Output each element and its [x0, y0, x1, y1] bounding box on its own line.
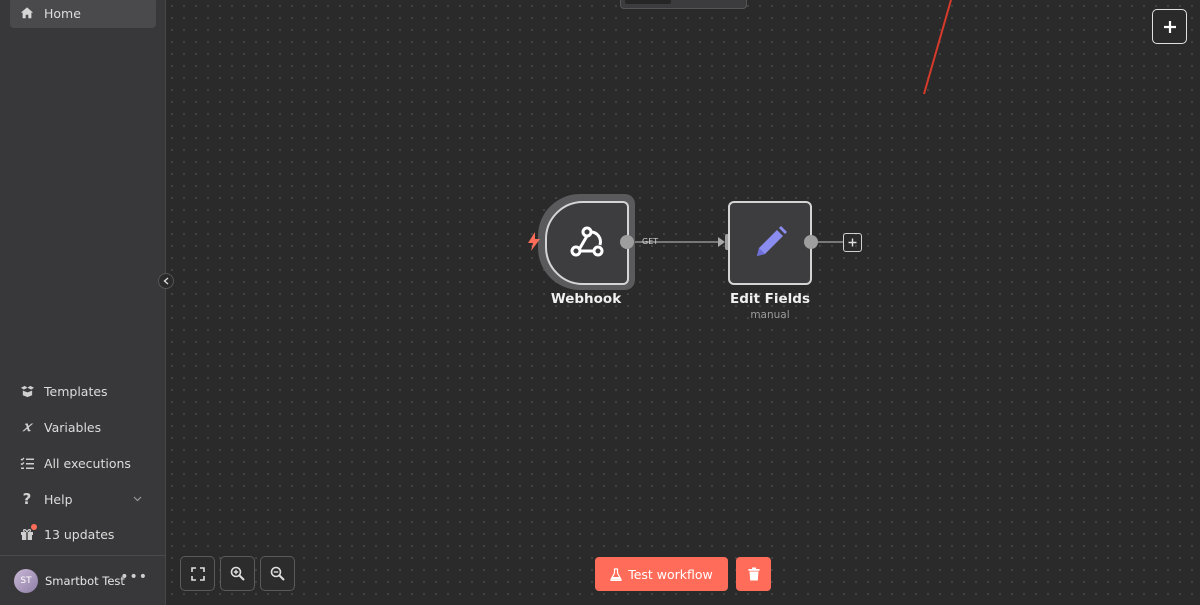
node-subtitle: manual: [750, 309, 790, 321]
plus-icon: [1163, 20, 1176, 33]
edit-fields-node[interactable]: [728, 201, 812, 285]
flask-icon: [610, 567, 622, 581]
expand-icon: [190, 566, 205, 581]
zoom-out-icon: [270, 566, 285, 581]
connection-label: GET: [642, 237, 659, 246]
add-next-node-button[interactable]: [843, 233, 862, 252]
node-title: Webhook: [550, 291, 622, 307]
edit-fields-output-handle[interactable]: [804, 235, 818, 249]
trash-icon: [748, 567, 759, 581]
trigger-bolt-icon: [528, 232, 540, 251]
webhook-output-handle[interactable]: [620, 235, 634, 249]
pencil-icon: [757, 226, 787, 256]
plus-icon: [848, 238, 857, 247]
connection-arrow-icon: [718, 237, 725, 247]
test-workflow-label: Test workflow: [628, 566, 713, 582]
add-node-button[interactable]: [1152, 9, 1187, 44]
test-workflow-button[interactable]: Test workflow: [595, 557, 728, 591]
webhook-icon: [570, 226, 604, 257]
chevron-left-icon: [163, 277, 169, 285]
zoom-in-button[interactable]: [220, 556, 255, 591]
zoom-out-button[interactable]: [260, 556, 295, 591]
zoom-in-icon: [230, 566, 245, 581]
node-title: Edit Fields: [730, 291, 810, 307]
webhook-node[interactable]: [545, 201, 629, 285]
collapse-sidebar-button[interactable]: [158, 273, 174, 289]
red-annotation-line: [923, 0, 952, 95]
zoom-to-fit-button[interactable]: [180, 556, 215, 591]
delete-button[interactable]: [736, 557, 771, 591]
